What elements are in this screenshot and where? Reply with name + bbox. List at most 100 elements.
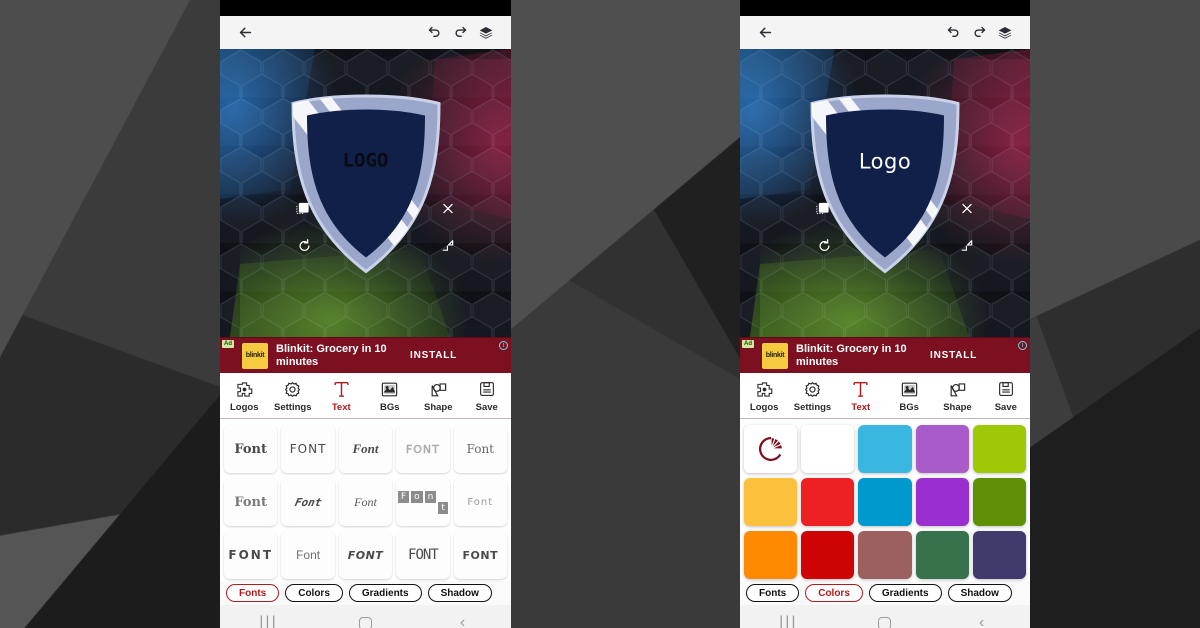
color-swatch-white[interactable]	[801, 425, 855, 473]
tool-settings[interactable]: Settings	[270, 378, 316, 413]
tool-save[interactable]: Save	[983, 378, 1029, 413]
color-swatch-purple[interactable]	[915, 478, 969, 526]
color-swatch-cerulean[interactable]	[858, 478, 912, 526]
tab-fonts[interactable]: Fonts	[746, 584, 800, 602]
font-option-14[interactable]: FONT	[396, 531, 450, 579]
tool-logos[interactable]: Logos	[741, 378, 787, 413]
font-option-13[interactable]: FONT	[338, 531, 393, 579]
editor-canvas-left[interactable]: LOGO	[220, 49, 511, 337]
back-button[interactable]: ‹	[967, 614, 997, 628]
font-option-9[interactable]: Font	[396, 478, 450, 526]
recents-button[interactable]: |||	[773, 614, 803, 628]
tool-settings-label: Settings	[793, 402, 832, 413]
rotate-handle[interactable]	[295, 236, 315, 256]
back-arrow-icon[interactable]	[232, 20, 258, 46]
logo-text-left[interactable]: LOGO	[231, 150, 501, 172]
font-option-6[interactable]: Font	[224, 478, 278, 526]
tool-save[interactable]: Save	[464, 378, 510, 413]
resize-handle[interactable]	[957, 236, 977, 256]
font-option-5[interactable]: Font	[453, 425, 507, 473]
font-option-1[interactable]: Font	[224, 425, 278, 473]
recents-button[interactable]: |||	[254, 614, 284, 628]
tool-logos[interactable]: Logos	[221, 378, 267, 413]
home-button[interactable]	[351, 616, 381, 628]
tool-logos-label: Logos	[749, 402, 779, 413]
ad-info-icon[interactable]: i	[499, 341, 508, 350]
status-bar	[740, 0, 1030, 16]
ad-brand-icon: blinkit	[762, 342, 788, 369]
font-option-preview: FONT	[289, 442, 327, 456]
color-swatch-lime-green[interactable]	[972, 425, 1026, 473]
color-swatch-dark-red[interactable]	[801, 531, 855, 579]
logo-text-right[interactable]: Logo	[750, 150, 1020, 174]
font-option-12[interactable]: Font	[281, 531, 335, 579]
duplicate-handle[interactable]	[812, 199, 832, 219]
color-swatch-color-picker-wheel[interactable]	[744, 425, 798, 473]
delete-handle[interactable]	[438, 199, 458, 219]
tab-gradients[interactable]: Gradients	[868, 584, 942, 602]
font-options-grid[interactable]: Font FONT Font FONT Font Font Font Font Fo n t Font…	[220, 419, 511, 581]
ad-info-icon[interactable]: i	[1018, 341, 1027, 350]
color-swatch-red[interactable]	[801, 478, 855, 526]
tool-text[interactable]: Text	[318, 378, 364, 413]
tool-settings[interactable]: Settings	[789, 378, 835, 413]
logo-object-left[interactable]: LOGO	[231, 76, 501, 311]
bottom-tab-bar-right[interactable]: Fonts Colors Gradients Shadow	[740, 581, 1030, 605]
tool-bgs[interactable]: BGs	[886, 378, 932, 413]
color-options-grid[interactable]	[740, 419, 1030, 581]
color-swatch-mauve[interactable]	[858, 531, 912, 579]
font-option-preview: Font	[234, 494, 268, 510]
home-button[interactable]	[870, 616, 900, 628]
tab-shadow[interactable]: Shadow	[427, 584, 492, 602]
color-swatch-sky-blue[interactable]	[858, 425, 912, 473]
tab-gradients[interactable]: Gradients	[348, 584, 422, 602]
font-option-2[interactable]: FONT	[281, 425, 335, 473]
tab-colors[interactable]: Colors	[805, 584, 863, 602]
layers-icon[interactable]	[473, 20, 499, 46]
color-swatch-forest-green[interactable]	[915, 531, 969, 579]
undo-icon[interactable]	[421, 20, 447, 46]
ad-install-button[interactable]: INSTALL	[930, 350, 977, 361]
ad-install-button[interactable]: INSTALL	[410, 350, 457, 361]
rotate-handle[interactable]	[814, 236, 834, 256]
tool-shape[interactable]: Shape	[934, 378, 980, 413]
font-option-3[interactable]: Font	[338, 425, 393, 473]
tab-colors[interactable]: Colors	[285, 584, 343, 602]
editor-canvas-right[interactable]: Logo	[740, 49, 1030, 337]
color-swatch-orchid[interactable]	[915, 425, 969, 473]
ad-banner-right[interactable]: Ad blinkit Blinkit: Grocery in 10 minute…	[740, 337, 1030, 373]
phone-screenshot-right: Logo Ad blinkit Blinkit: Grocery in 10 m…	[740, 0, 1030, 628]
redo-icon[interactable]	[447, 20, 473, 46]
font-option-8[interactable]: Font	[338, 478, 393, 526]
tool-shape[interactable]: Shape	[415, 378, 461, 413]
tab-fonts[interactable]: Fonts	[226, 584, 280, 602]
delete-handle[interactable]	[957, 199, 977, 219]
redo-icon[interactable]	[966, 20, 992, 46]
phone-screenshot-left: LOGO Ad blinkit Blinkit: Grocery in 10 m…	[220, 0, 511, 628]
tab-shadow[interactable]: Shadow	[947, 584, 1012, 602]
tool-bgs[interactable]: BGs	[367, 378, 413, 413]
bottom-tab-bar-left[interactable]: Fonts Colors Gradients Shadow	[220, 581, 511, 605]
back-button[interactable]: ‹	[448, 614, 478, 628]
color-swatch-amber[interactable]	[744, 478, 798, 526]
ad-banner-left[interactable]: Ad blinkit Blinkit: Grocery in 10 minute…	[220, 337, 511, 373]
color-swatch-indigo[interactable]	[972, 531, 1026, 579]
back-arrow-icon[interactable]	[752, 20, 778, 46]
font-option-4[interactable]: FONT	[396, 425, 450, 473]
tool-bgs-label: BGs	[379, 402, 400, 413]
font-option-15[interactable]: FONT	[453, 531, 507, 579]
tool-text[interactable]: Text	[838, 378, 884, 413]
duplicate-handle[interactable]	[293, 199, 313, 219]
color-swatch-orange[interactable]	[744, 531, 798, 579]
logo-object-right[interactable]: Logo	[750, 76, 1020, 311]
font-option-7[interactable]: Font	[281, 478, 335, 526]
color-swatch-olive-green[interactable]	[972, 478, 1026, 526]
layers-icon[interactable]	[992, 20, 1018, 46]
home-circle-icon	[359, 616, 372, 628]
font-option-11[interactable]: FONT	[224, 531, 278, 579]
shapes-icon	[948, 378, 967, 400]
resize-handle[interactable]	[438, 236, 458, 256]
undo-icon[interactable]	[940, 20, 966, 46]
font-option-10[interactable]: Font	[453, 478, 507, 526]
tool-shape-label: Shape	[943, 402, 972, 413]
